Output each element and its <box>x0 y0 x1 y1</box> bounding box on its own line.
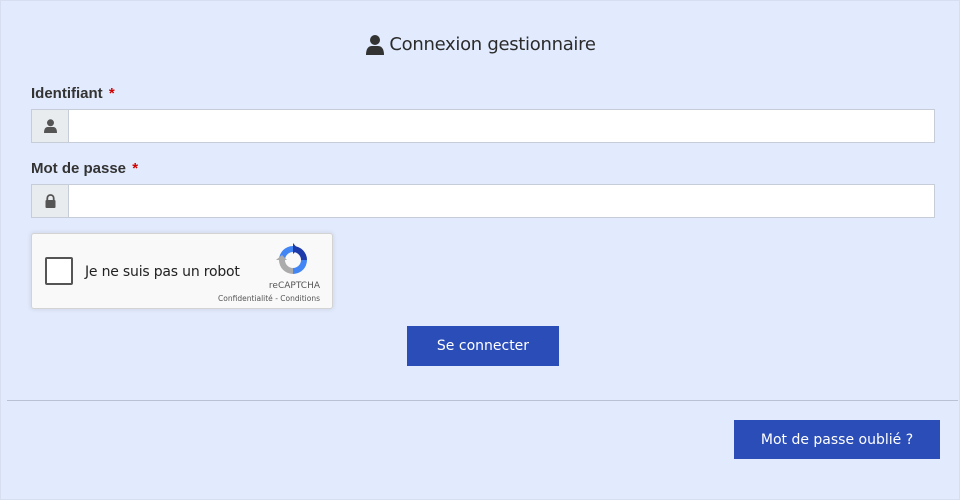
login-page: Connexion gestionnaire Identifiant * Mot… <box>0 0 960 500</box>
password-label: Mot de passe * <box>31 160 138 177</box>
username-addon <box>32 110 69 142</box>
password-input[interactable] <box>69 185 934 217</box>
recaptcha-checkbox[interactable] <box>45 257 73 285</box>
username-input[interactable] <box>69 110 934 142</box>
recaptcha-terms-link[interactable]: Conditions <box>280 294 320 303</box>
lock-icon <box>45 194 55 208</box>
recaptcha-widget: Je ne suis pas un robot reCAPTCHA Confid… <box>31 233 333 309</box>
page-title-text: Connexion gestionnaire <box>389 34 596 55</box>
required-marker: * <box>132 160 139 177</box>
recaptcha-links: Confidentialité - Conditions <box>218 294 320 303</box>
forgot-password-button[interactable]: Mot de passe oublié ? <box>734 420 940 459</box>
divider <box>7 400 958 401</box>
password-label-text: Mot de passe <box>31 160 127 177</box>
username-input-group <box>31 109 935 143</box>
recaptcha-privacy-link[interactable]: Confidentialité <box>218 294 273 303</box>
username-label-text: Identifiant <box>31 85 103 102</box>
username-label: Identifiant * <box>31 85 115 102</box>
recaptcha-label: Je ne suis pas un robot <box>85 264 240 280</box>
recaptcha-logo-icon <box>276 243 307 274</box>
page-title: Connexion gestionnaire <box>1 34 960 55</box>
login-button[interactable]: Se connecter <box>407 326 559 366</box>
recaptcha-brand: reCAPTCHA <box>268 281 320 291</box>
recaptcha-separator: - <box>275 294 278 303</box>
password-input-group <box>31 184 935 218</box>
user-icon <box>366 34 385 55</box>
password-addon <box>32 185 69 217</box>
user-icon <box>43 119 57 133</box>
required-marker: * <box>108 85 115 102</box>
